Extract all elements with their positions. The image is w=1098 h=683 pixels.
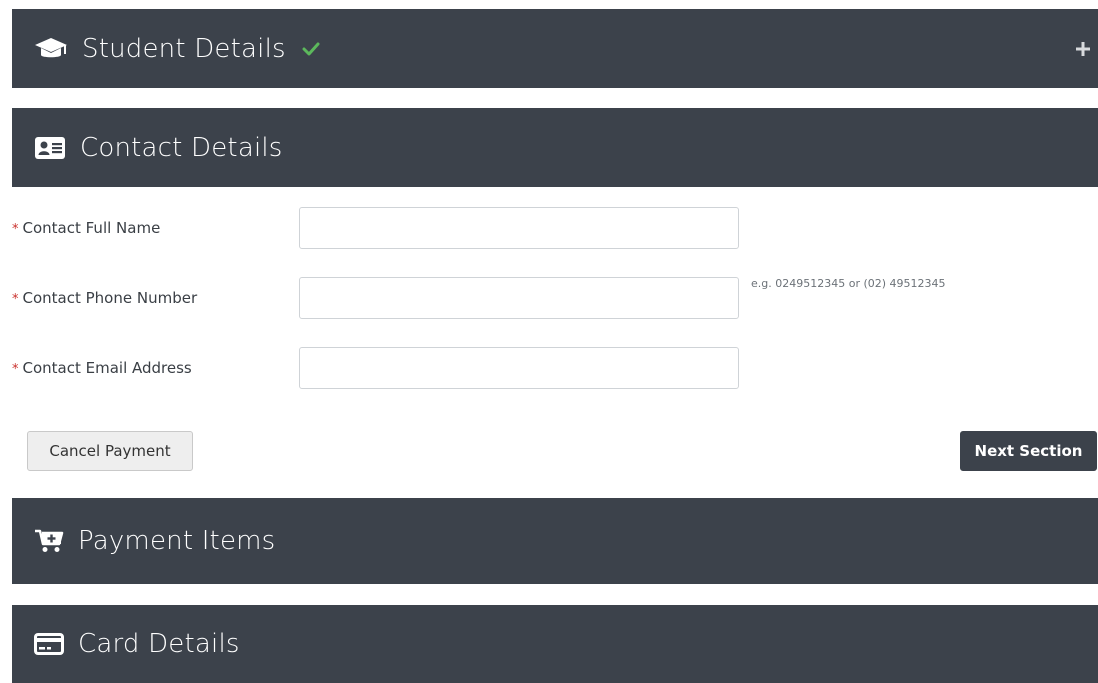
- required-marker: *: [12, 292, 19, 307]
- check-icon: [302, 41, 320, 57]
- phone-label-text: Contact Phone Number: [22, 289, 198, 307]
- expand-plus-icon[interactable]: [1076, 41, 1090, 56]
- credit-card-icon: [34, 631, 64, 657]
- next-section-button[interactable]: Next Section: [960, 431, 1097, 471]
- cancel-payment-button[interactable]: Cancel Payment: [27, 431, 193, 471]
- required-marker: *: [12, 362, 19, 377]
- graduation-cap-icon: [34, 36, 68, 62]
- full-name-input[interactable]: [299, 207, 739, 249]
- email-input[interactable]: [299, 347, 739, 389]
- contact-details-title: Contact Details: [80, 132, 283, 163]
- phone-row: * Contact Phone Number e.g. 0249512345 or…: [12, 277, 1098, 319]
- required-marker: *: [12, 222, 19, 237]
- full-name-label-text: Contact Full Name: [22, 219, 161, 237]
- student-details-title: Student Details: [82, 33, 286, 64]
- full-name-row: * Contact Full Name: [12, 207, 1098, 249]
- payment-items-header[interactable]: Payment Items: [12, 498, 1098, 584]
- card-details-title: Card Details: [78, 629, 240, 659]
- email-label-text: Contact Email Address: [22, 359, 192, 377]
- student-details-header[interactable]: Student Details: [12, 9, 1098, 88]
- full-name-label: * Contact Full Name: [12, 219, 160, 237]
- email-row: * Contact Email Address: [12, 347, 1098, 389]
- address-card-icon: [34, 135, 66, 161]
- card-details-header[interactable]: Card Details: [12, 605, 1098, 683]
- cart-plus-icon: [34, 528, 64, 554]
- payment-form-page: Student Details Contact Details * Contac…: [0, 0, 1098, 683]
- email-label: * Contact Email Address: [12, 359, 192, 377]
- phone-input[interactable]: [299, 277, 739, 319]
- payment-items-title: Payment Items: [78, 526, 276, 556]
- contact-details-header[interactable]: Contact Details: [12, 108, 1098, 187]
- phone-label: * Contact Phone Number: [12, 289, 197, 307]
- phone-help-text: e.g. 0249512345 or (02) 49512345: [751, 277, 946, 290]
